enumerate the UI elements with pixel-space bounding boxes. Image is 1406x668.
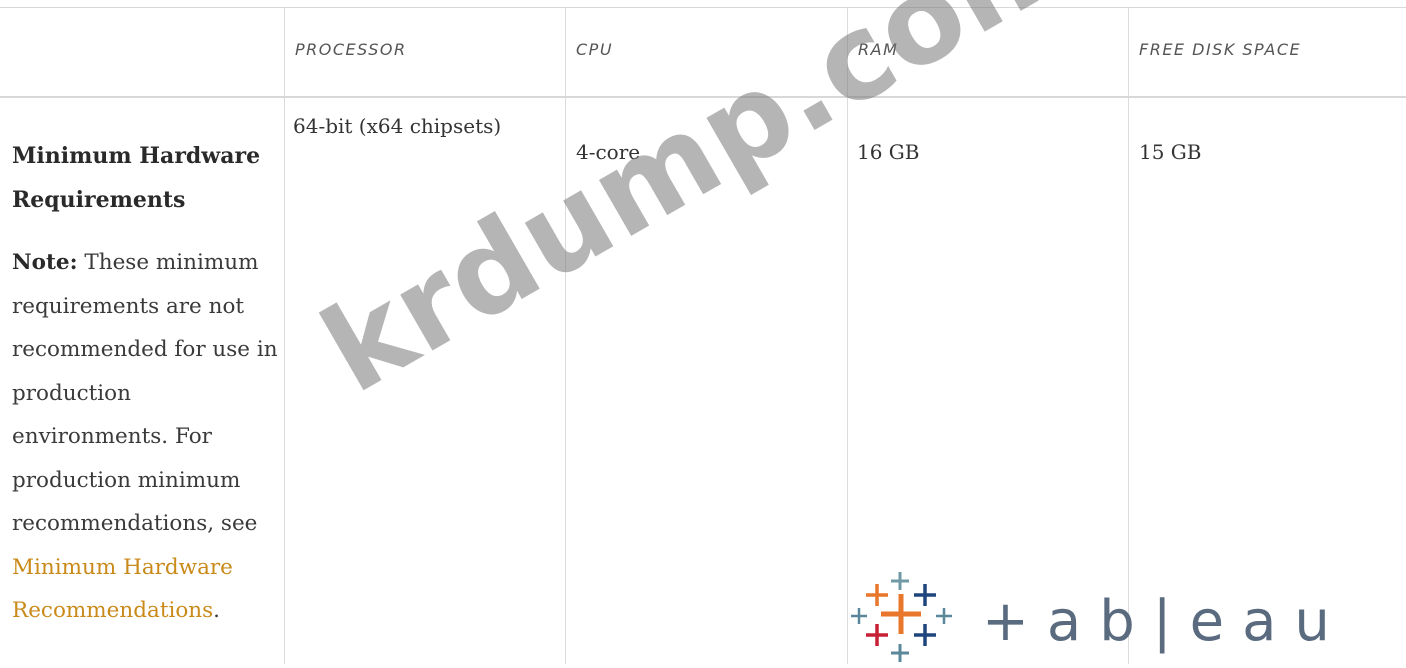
header-processor: PROCESSOR: [295, 40, 407, 59]
column-divider: [284, 8, 285, 664]
header-ram: RAM: [858, 40, 899, 59]
header-free-disk-space: FREE DISK SPACE: [1139, 40, 1302, 59]
note-end: .: [213, 598, 221, 623]
column-divider: [565, 8, 566, 664]
cell-processor: 64-bit (x64 chipsets): [293, 114, 502, 138]
header-cpu: CPU: [576, 40, 614, 59]
column-divider: [1128, 8, 1129, 664]
requirements-note: Note: These minimum requirements are not…: [12, 241, 282, 633]
tableau-logo: +ab|eau: [850, 568, 1330, 664]
tableau-plus-cluster-icon: +ab|eau: [851, 572, 1330, 662]
note-label: Note:: [12, 250, 78, 275]
cell-cpu: 4-core: [576, 140, 641, 164]
cell-free-disk-space: 15 GB: [1139, 140, 1202, 164]
row-title: Minimum Hardware Requirements: [12, 143, 261, 213]
table-top-border: [0, 7, 1406, 8]
tableau-wordmark: +ab|eau: [982, 589, 1330, 654]
requirements-table: PROCESSOR CPU RAM FREE DISK SPACE Minimu…: [0, 0, 1406, 664]
header-divider: [0, 96, 1406, 98]
cell-ram: 16 GB: [857, 140, 920, 164]
column-divider: [847, 8, 848, 664]
note-text: These minimum requirements are not recom…: [12, 250, 278, 536]
minimum-hardware-recommendations-link[interactable]: Minimum Hardware Recommendations: [12, 555, 233, 624]
